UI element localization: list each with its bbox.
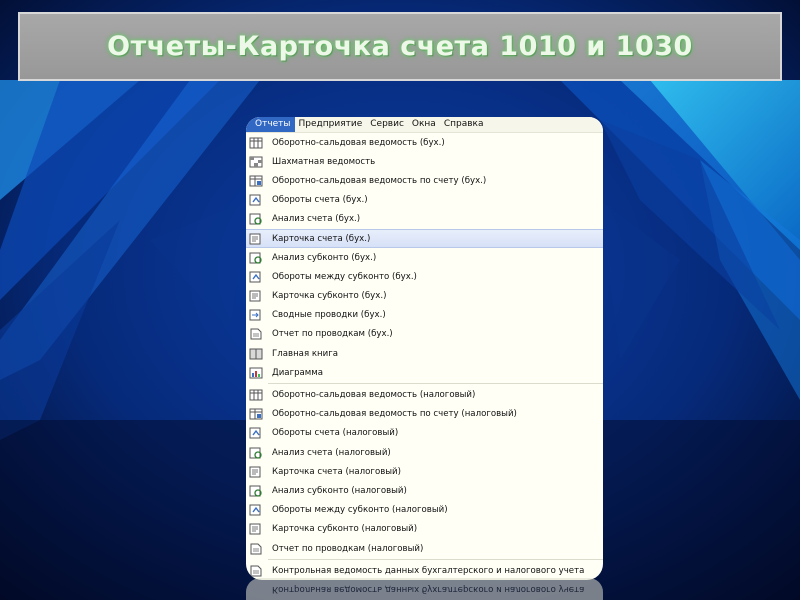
- menu-item-label: Контрольная ведомость данных бухгалтерск…: [272, 565, 585, 576]
- menu-item-osv-account-buh[interactable]: Оборотно-сальдовая ведомость по счету (б…: [246, 171, 603, 190]
- menu-enterprise[interactable]: Предприятие: [295, 117, 367, 132]
- reports-menu-window: Отчеты Предприятие Сервис Окна Справка О…: [246, 117, 603, 580]
- ledger-icon: [249, 348, 263, 360]
- analysis-icon: [249, 252, 263, 264]
- menu-item-diagram[interactable]: Диаграмма: [246, 363, 603, 382]
- document-icon: [249, 328, 263, 340]
- menu-separator: [268, 559, 603, 561]
- menu-item-label: Оборотно-сальдовая ведомость (налоговый): [272, 390, 476, 401]
- card-icon: [249, 290, 263, 302]
- table-report-icon: [249, 389, 263, 401]
- grid-report-icon: [249, 156, 263, 168]
- menu-item-label: Сводные проводки (бух.): [272, 310, 386, 321]
- menu-item-label: Главная книга: [272, 348, 339, 359]
- menu-item-label: Оборотно-сальдовая ведомость (бух.): [272, 137, 445, 148]
- turnover-icon: [249, 427, 263, 439]
- table-account-icon: [249, 175, 263, 187]
- menu-item-label: Обороты счета (налоговый): [272, 428, 399, 439]
- title-banner: Отчеты-Карточка счета 1010 и 1030: [18, 12, 782, 81]
- reflection-text: Контрольная ведомость данных бухгалтерск…: [246, 578, 603, 600]
- menu-item-osv-buh[interactable]: Оборотно-сальдовая ведомость (бух.): [246, 133, 603, 152]
- menu-item-osv-account-tax[interactable]: Оборотно-сальдовая ведомость по счету (н…: [246, 405, 603, 424]
- menu-windows[interactable]: Окна: [408, 117, 440, 132]
- turnover-icon: [249, 271, 263, 283]
- analysis-icon: [249, 485, 263, 497]
- menu-item-entries-report-buh[interactable]: Отчет по проводкам (бух.): [246, 325, 603, 344]
- reports-dropdown: Оборотно-сальдовая ведомость (бух.) Шахм…: [246, 133, 603, 580]
- menu-item-label: Анализ субконто (бух.): [272, 252, 377, 263]
- menu-item-label: Обороты между субконто (бух.): [272, 271, 417, 282]
- menu-item-label: Карточка субконто (налоговый): [272, 524, 418, 535]
- menu-item-analysis-tax[interactable]: Анализ счета (налоговый): [246, 443, 603, 462]
- menu-help[interactable]: Справка: [440, 117, 488, 132]
- card-icon: [249, 523, 263, 535]
- card-icon: [249, 233, 263, 245]
- turnover-icon: [249, 504, 263, 516]
- menu-item-label: Карточка счета (налоговый): [272, 466, 401, 477]
- card-icon: [249, 466, 263, 478]
- menu-item-label: Отчет по проводкам (бух.): [272, 329, 393, 340]
- document-icon: [249, 565, 263, 577]
- menu-item-subconto-card-buh[interactable]: Карточка субконто (бух.): [246, 287, 603, 306]
- turnover-icon: [249, 194, 263, 206]
- menu-service[interactable]: Сервис: [366, 117, 408, 132]
- menu-item-label: Обороты между субконто (налоговый): [272, 505, 448, 516]
- table-report-icon: [249, 137, 263, 149]
- menu-item-label: Шахматная ведомость: [272, 156, 376, 167]
- menu-item-summary-entries-buh[interactable]: Сводные проводки (бух.): [246, 306, 603, 325]
- menu-item-label: Карточка субконто (бух.): [272, 291, 387, 302]
- menu-item-label: Оборотно-сальдовая ведомость по счету (б…: [272, 175, 487, 186]
- menu-item-account-card-buh[interactable]: Карточка счета (бух.): [246, 228, 603, 249]
- menu-item-general-ledger[interactable]: Главная книга: [246, 344, 603, 363]
- menu-item-label: Диаграмма: [272, 367, 324, 378]
- menu-item-subconto-card-tax[interactable]: Карточка субконто (налоговый): [246, 520, 603, 539]
- menu-item-osv-tax[interactable]: Оборотно-сальдовая ведомость (налоговый): [246, 385, 603, 404]
- analysis-icon: [249, 447, 263, 459]
- menu-item-subconto-analysis-buh[interactable]: Анализ субконто (бух.): [246, 248, 603, 267]
- entries-icon: [249, 309, 263, 321]
- menu-item-label: Анализ субконто (налоговый): [272, 485, 407, 496]
- menu-item-chess[interactable]: Шахматная ведомость: [246, 152, 603, 171]
- menu-item-label: Отчет по проводкам (налоговый): [272, 543, 424, 554]
- menu-item-subconto-turnover-tax[interactable]: Обороты между субконто (налоговый): [246, 501, 603, 520]
- menu-item-turnover-buh[interactable]: Обороты счета (бух.): [246, 191, 603, 210]
- document-icon: [249, 543, 263, 555]
- slide-title: Отчеты-Карточка счета 1010 и 1030: [107, 31, 693, 62]
- menu-item-subconto-analysis-tax[interactable]: Анализ субконто (налоговый): [246, 481, 603, 500]
- window-reflection: Контрольная ведомость данных бухгалтерск…: [246, 578, 603, 600]
- menu-item-label: Обороты счета (бух.): [272, 195, 368, 206]
- menu-item-subconto-turnover-buh[interactable]: Обороты между субконто (бух.): [246, 267, 603, 286]
- menu-item-analysis-buh[interactable]: Анализ счета (бух.): [246, 210, 603, 229]
- menu-item-entries-report-tax[interactable]: Отчет по проводкам (налоговый): [246, 539, 603, 558]
- menubar: Отчеты Предприятие Сервис Окна Справка: [246, 117, 603, 133]
- menu-item-label: Анализ счета (бух.): [272, 214, 361, 225]
- menu-item-label: Карточка счета (бух.): [272, 233, 371, 244]
- menu-item-label: Оборотно-сальдовая ведомость по счету (н…: [272, 409, 517, 420]
- analysis-icon: [249, 213, 263, 225]
- table-account-icon: [249, 408, 263, 420]
- menu-separator: [268, 383, 603, 385]
- chart-icon: [249, 367, 263, 379]
- menu-item-turnover-tax[interactable]: Обороты счета (налоговый): [246, 424, 603, 443]
- menu-reports[interactable]: Отчеты: [246, 117, 295, 132]
- menu-item-label: Анализ счета (налоговый): [272, 447, 391, 458]
- menu-item-account-card-tax[interactable]: Карточка счета (налоговый): [246, 462, 603, 481]
